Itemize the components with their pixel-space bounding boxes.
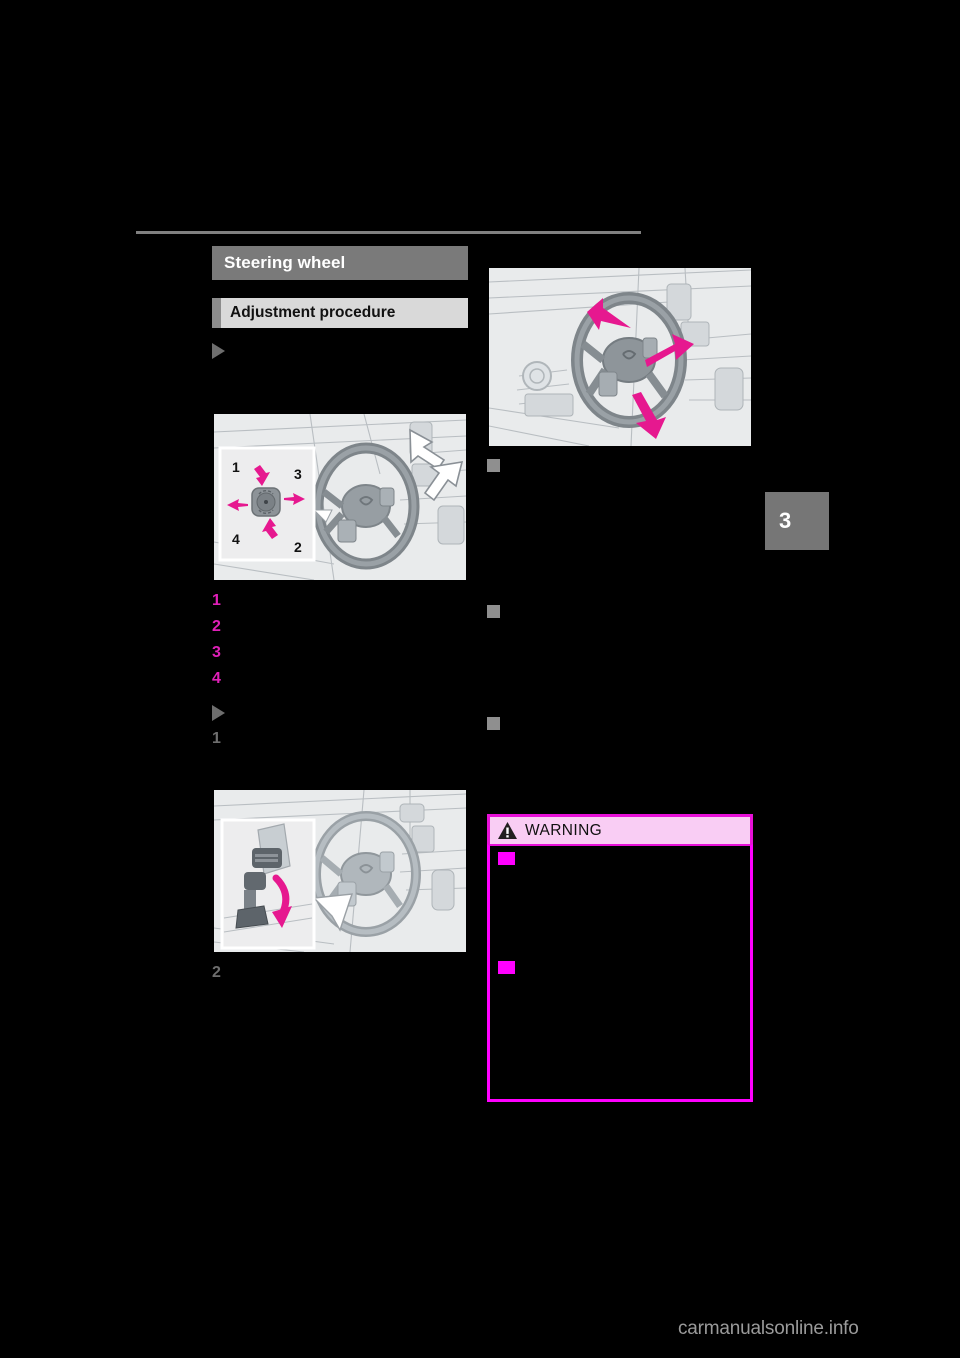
subsection-body	[487, 475, 753, 595]
right-column	[487, 246, 753, 783]
subsection-heading	[487, 601, 753, 621]
figure-lock-lever	[212, 788, 468, 954]
subsection-heading	[487, 455, 753, 475]
warning-triangle-icon	[498, 822, 517, 839]
step-number: 4	[212, 670, 221, 687]
warning-header: WARNING	[487, 814, 753, 844]
magenta-square-bullet-icon	[498, 961, 515, 974]
subsection-heading	[487, 713, 753, 733]
sub-heading-accent	[212, 298, 221, 328]
page-title: Steering wheel	[212, 246, 468, 280]
list-item: 3	[212, 640, 468, 666]
warning-bullet-body	[498, 974, 742, 1094]
list-item: 1	[212, 726, 468, 752]
step-number: 2	[212, 964, 221, 981]
left-column: Steering wheel Adjustment procedure 1 3 …	[212, 246, 468, 1026]
warning-bullet	[498, 961, 742, 974]
list-item: 4	[212, 666, 468, 692]
square-bullet-icon	[487, 458, 500, 472]
manual-step-1-body	[212, 752, 468, 784]
list-item: 1	[212, 588, 468, 614]
step-number: 1	[212, 730, 221, 747]
chapter-tab: 3	[765, 492, 829, 550]
warning-bullet	[498, 852, 742, 865]
svg-text:4: 4	[232, 531, 240, 547]
step-list-switch-directions: 1 2 3 4	[212, 588, 468, 692]
sub-heading-adjustment-procedure: Adjustment procedure	[212, 298, 468, 328]
step-number: 3	[212, 644, 221, 661]
list-item: 2	[212, 614, 468, 640]
warning-box: WARNING	[487, 814, 753, 1102]
intro-marker-row	[212, 342, 468, 360]
square-bullet-icon	[487, 604, 500, 618]
svg-text:3: 3	[294, 466, 302, 482]
triangle-marker-icon	[212, 705, 225, 721]
second-marker-row	[212, 704, 468, 722]
list-item: 2	[212, 960, 468, 986]
figure-steering-wheel-switch: 1 3 4 2	[212, 412, 468, 582]
step-number: 1	[212, 592, 221, 609]
chapter-number: 3	[779, 508, 792, 533]
triangle-marker-icon	[212, 343, 225, 359]
step-number: 2	[212, 618, 221, 635]
square-bullet-icon	[487, 716, 500, 730]
watermark: carmanualsonline.info	[678, 1318, 859, 1339]
manual-step-2-body	[212, 986, 468, 1026]
manual-page: Steering wheel Adjustment procedure 1 3 …	[0, 0, 960, 1358]
header-rule	[136, 231, 641, 234]
sub-heading-label: Adjustment procedure	[221, 298, 468, 328]
warning-title: WARNING	[525, 821, 603, 839]
warning-bullet-body	[498, 865, 742, 961]
subsection-body	[487, 621, 753, 709]
intro-paragraph	[212, 360, 468, 406]
svg-text:2: 2	[294, 539, 302, 555]
warning-body	[487, 844, 753, 1102]
magenta-square-bullet-icon	[498, 852, 515, 865]
svg-text:1: 1	[232, 459, 240, 475]
figure-steering-wheel-directions	[487, 266, 753, 448]
subsection-body	[487, 733, 753, 783]
